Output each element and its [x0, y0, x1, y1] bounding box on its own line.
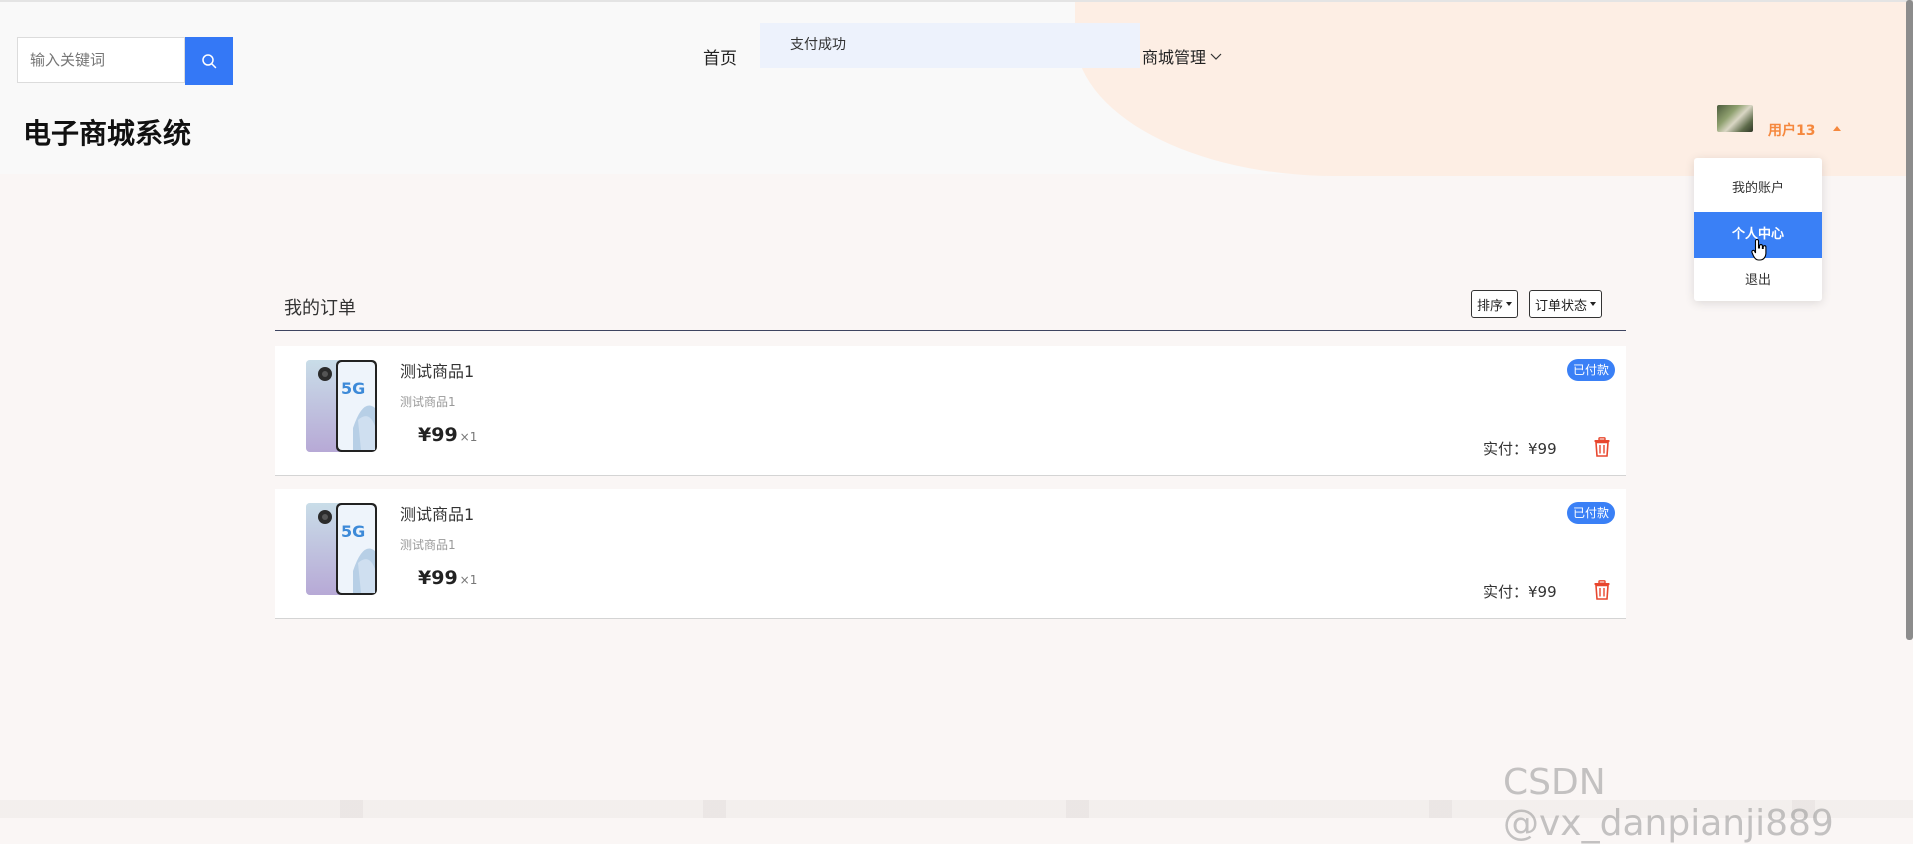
status-badge: 已付款: [1567, 502, 1616, 524]
product-subtitle: 测试商品1: [400, 538, 456, 552]
order-status-dropdown[interactable]: 订单状态: [1529, 290, 1603, 318]
nav-mall-label: 商城管理: [1142, 48, 1207, 67]
scrollbar[interactable]: [1906, 0, 1913, 640]
product-subtitle: 测试商品1: [400, 395, 456, 409]
svg-text:5G: 5G: [341, 379, 365, 398]
product-price: ¥99 ×1: [418, 567, 477, 589]
caret-up-icon[interactable]: [1833, 126, 1841, 131]
status-badge: 已付款: [1567, 359, 1616, 381]
product-name[interactable]: 测试商品1: [400, 358, 474, 382]
header-decoration: [1075, 2, 1913, 176]
price-value: ¥99: [418, 567, 458, 589]
paid-amount: 实付：¥99: [1483, 440, 1557, 458]
nav-mall-management[interactable]: 商城管理: [1142, 44, 1222, 68]
user-dropdown-menu: 我的账户 个人中心 退出: [1694, 158, 1822, 301]
username-label[interactable]: 用户13: [1768, 120, 1815, 140]
caret-down-icon: [1590, 302, 1597, 306]
price-value: ¥99: [418, 424, 458, 446]
site-title: 电子商城系统: [23, 117, 192, 150]
orders-divider: [275, 330, 1626, 331]
chevron-down-icon: [1210, 53, 1222, 60]
trash-icon[interactable]: [1593, 580, 1611, 600]
nav-home-link[interactable]: 首页: [703, 44, 737, 69]
menu-item-my-account[interactable]: 我的账户: [1694, 166, 1822, 212]
order-card[interactable]: 5G 测试商品1 测试商品1 ¥99 ×1 已付款 实付：¥99: [275, 346, 1626, 476]
caret-down-icon: [1506, 302, 1513, 306]
paid-amount: 实付：¥99: [1483, 583, 1557, 601]
trash-icon[interactable]: [1593, 437, 1611, 457]
hand-cursor-icon: [1751, 238, 1767, 261]
search-input[interactable]: [17, 37, 185, 83]
svg-text:5G: 5G: [341, 522, 365, 541]
payment-success-toast: 支付成功: [760, 23, 1140, 68]
product-image[interactable]: 5G: [303, 358, 379, 454]
sort-dropdown[interactable]: 排序: [1471, 290, 1519, 318]
product-name[interactable]: 测试商品1: [400, 501, 474, 525]
orders-title: 我的订单: [284, 298, 356, 319]
order-card[interactable]: 5G 测试商品1 测试商品1 ¥99 ×1 已付款 实付：¥99: [275, 489, 1626, 619]
order-status-label: 订单状态: [1535, 298, 1588, 314]
search-button[interactable]: [185, 37, 233, 85]
quantity: ×1: [459, 573, 478, 587]
search-icon: [202, 54, 217, 69]
menu-item-logout[interactable]: 退出: [1694, 258, 1822, 304]
avatar[interactable]: [1717, 105, 1753, 132]
watermark: CSDN @vx_danpianji889: [1503, 762, 1834, 844]
product-price: ¥99 ×1: [418, 424, 477, 446]
quantity: ×1: [459, 430, 478, 444]
sort-label: 排序: [1477, 298, 1504, 314]
product-image[interactable]: 5G: [303, 501, 379, 597]
